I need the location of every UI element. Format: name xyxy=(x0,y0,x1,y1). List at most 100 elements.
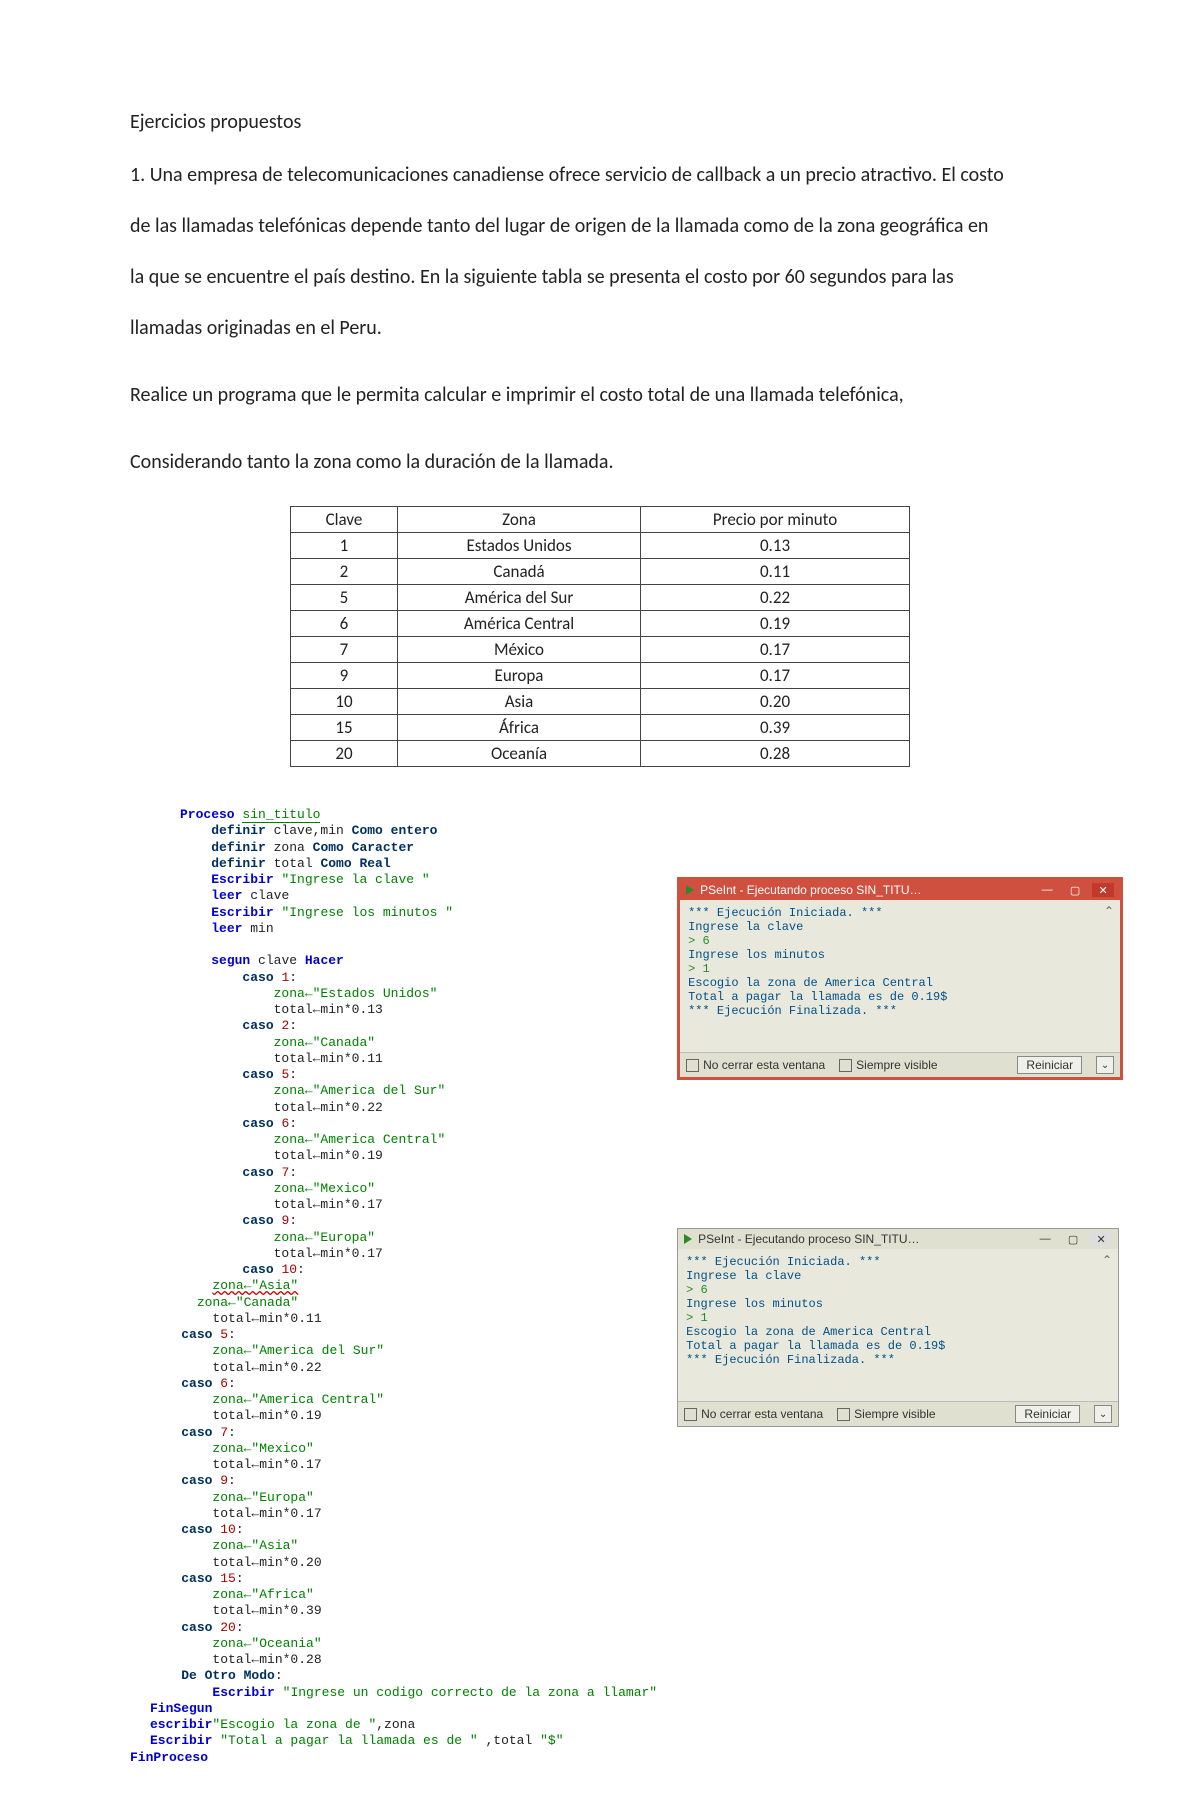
dropdown-icon[interactable]: ⌄ xyxy=(1096,1056,1114,1074)
checkbox-no-close[interactable] xyxy=(686,1059,699,1072)
console-line: Total a pagar la llamada es de 0.19$ xyxy=(688,990,1112,1004)
table-cell: Asia xyxy=(397,689,640,715)
scroll-up-icon[interactable]: ⌃ xyxy=(1102,1253,1112,1267)
code-string: "Ingrese un codigo correcto de la zona a… xyxy=(283,1685,657,1700)
kw-tipo: Como Real xyxy=(320,856,390,871)
kw-escribir: Escribir xyxy=(212,1685,282,1700)
console-output: ⌃ *** Ejecución Iniciada. *** Ingrese la… xyxy=(680,900,1120,1052)
code-assign: total←min*0.22 xyxy=(274,1100,383,1115)
code-assign: total←min*0.22 xyxy=(212,1360,321,1375)
window-titlebar[interactable]: PSeInt - Ejecutando proceso SIN_TITU… — … xyxy=(680,880,1120,900)
paragraph-3: la que se encuentre el país destino. En … xyxy=(130,264,1070,291)
code-assign: total←min*0.17 xyxy=(212,1506,321,1521)
code-num: 9 xyxy=(220,1473,228,1488)
kw-escribir: Escribir xyxy=(211,872,281,887)
checkbox-label: Siempre visible xyxy=(856,1058,937,1072)
kw-caso: caso xyxy=(181,1473,220,1488)
code-assign: total←min*0.17 xyxy=(274,1246,383,1261)
checkbox-always-visible[interactable] xyxy=(837,1408,850,1421)
table-cell: 20 xyxy=(291,741,398,767)
code-text: : xyxy=(289,1116,297,1131)
table-row: 9Europa0.17 xyxy=(291,663,910,689)
table-cell: 0.19 xyxy=(641,611,910,637)
restart-button[interactable]: Reiniciar xyxy=(1015,1405,1080,1423)
table-cell: 7 xyxy=(291,637,398,663)
kw-leer: leer xyxy=(211,921,242,936)
kw-caso: caso xyxy=(242,1067,281,1082)
kw-escribir: Escribir xyxy=(150,1733,220,1748)
code-assign: total←min*0.11 xyxy=(212,1311,321,1326)
window-title-text: PSeInt - Ejecutando proceso SIN_TITU… xyxy=(698,1232,919,1246)
dropdown-icon[interactable]: ⌄ xyxy=(1094,1405,1112,1423)
window-footer: No cerrar esta ventana Siempre visible R… xyxy=(680,1052,1120,1077)
kw-caso: caso xyxy=(242,970,281,985)
code-text: min xyxy=(242,921,273,936)
paragraph-6: Considerando tanto la zona como la durac… xyxy=(130,449,1070,476)
kw-caso: caso xyxy=(242,1018,281,1033)
kw-definir: definir xyxy=(211,840,266,855)
proc-name: sin_titulo xyxy=(242,807,320,823)
kw-caso: caso xyxy=(181,1522,220,1537)
code-assign: total←min*0.20 xyxy=(212,1555,321,1570)
table-cell: 0.28 xyxy=(641,741,910,767)
play-icon xyxy=(686,885,694,895)
pseint-output-window-1: PSeInt - Ejecutando proceso SIN_TITU… — … xyxy=(677,877,1123,1080)
code-assign: zona←"Canada" xyxy=(274,1035,375,1050)
code-assign: total←min*0.28 xyxy=(212,1652,321,1667)
window-titlebar[interactable]: PSeInt - Ejecutando proceso SIN_TITU… — … xyxy=(678,1229,1118,1249)
console-line: > 6 xyxy=(688,934,1112,948)
code-with-output: Proceso sin_titulo definir clave,min Com… xyxy=(130,807,1070,1766)
code-assign: total←min*0.13 xyxy=(274,1002,383,1017)
zones-table: Clave Zona Precio por minuto 1Estados Un… xyxy=(290,506,910,767)
restart-button[interactable]: Reiniciar xyxy=(1017,1056,1082,1074)
table-cell: 15 xyxy=(291,715,398,741)
scroll-up-icon[interactable]: ⌃ xyxy=(1104,904,1114,918)
code-num: 6 xyxy=(220,1376,228,1391)
code-text: zona xyxy=(266,840,313,855)
kw-finproceso: FinProceso xyxy=(130,1750,208,1765)
table-cell: México xyxy=(397,637,640,663)
kw-tipo: Como Caracter xyxy=(313,840,414,855)
table-cell: 0.13 xyxy=(641,533,910,559)
table-row: 10Asia0.20 xyxy=(291,689,910,715)
code-text: ,zona xyxy=(376,1717,415,1732)
code-text: : xyxy=(228,1327,236,1342)
close-icon[interactable]: ✕ xyxy=(1090,1232,1112,1246)
maximize-icon[interactable]: ▢ xyxy=(1064,883,1086,897)
console-line: Total a pagar la llamada es de 0.19$ xyxy=(686,1339,1110,1353)
maximize-icon[interactable]: ▢ xyxy=(1062,1232,1084,1246)
kw-tipo: Como entero xyxy=(352,823,438,838)
code-assign: zona←"Oceania" xyxy=(212,1636,321,1651)
table-cell: 2 xyxy=(291,559,398,585)
code-num: 10 xyxy=(220,1522,236,1537)
close-icon[interactable]: ✕ xyxy=(1092,883,1114,897)
code-text: clave,min xyxy=(266,823,352,838)
code-text: : xyxy=(289,1165,297,1180)
kw-leer: leer xyxy=(211,888,242,903)
minimize-icon[interactable]: — xyxy=(1034,1232,1056,1246)
table-row: 2Canadá0.11 xyxy=(291,559,910,585)
kw-caso: caso xyxy=(181,1620,220,1635)
kw-escribir: Escribir xyxy=(211,905,281,920)
code-text: ,total xyxy=(478,1733,540,1748)
table-cell: 5 xyxy=(291,585,398,611)
code-assign: zona←"America del Sur" xyxy=(274,1083,446,1098)
checkbox-always-visible[interactable] xyxy=(839,1059,852,1072)
console-line: Ingrese la clave xyxy=(688,920,1112,934)
console-line: > 1 xyxy=(688,962,1112,976)
code-num: 7 xyxy=(220,1425,228,1440)
table-cell: 0.17 xyxy=(641,637,910,663)
code-text: : xyxy=(228,1425,236,1440)
code-text: : xyxy=(275,1668,283,1683)
code-assign: total←min*0.17 xyxy=(274,1197,383,1212)
minimize-icon[interactable]: — xyxy=(1036,883,1058,897)
checkbox-label: No cerrar esta ventana xyxy=(701,1407,823,1421)
code-string: "Escogio la zona de " xyxy=(212,1717,376,1732)
kw-definir: definir xyxy=(211,856,266,871)
code-text: : xyxy=(236,1571,244,1586)
console-line: Ingrese la clave xyxy=(686,1269,1110,1283)
kw-caso: caso xyxy=(181,1376,220,1391)
pseint-output-window-2: PSeInt - Ejecutando proceso SIN_TITU… — … xyxy=(677,1228,1119,1427)
checkbox-no-close[interactable] xyxy=(684,1408,697,1421)
code-text: total xyxy=(266,856,321,871)
